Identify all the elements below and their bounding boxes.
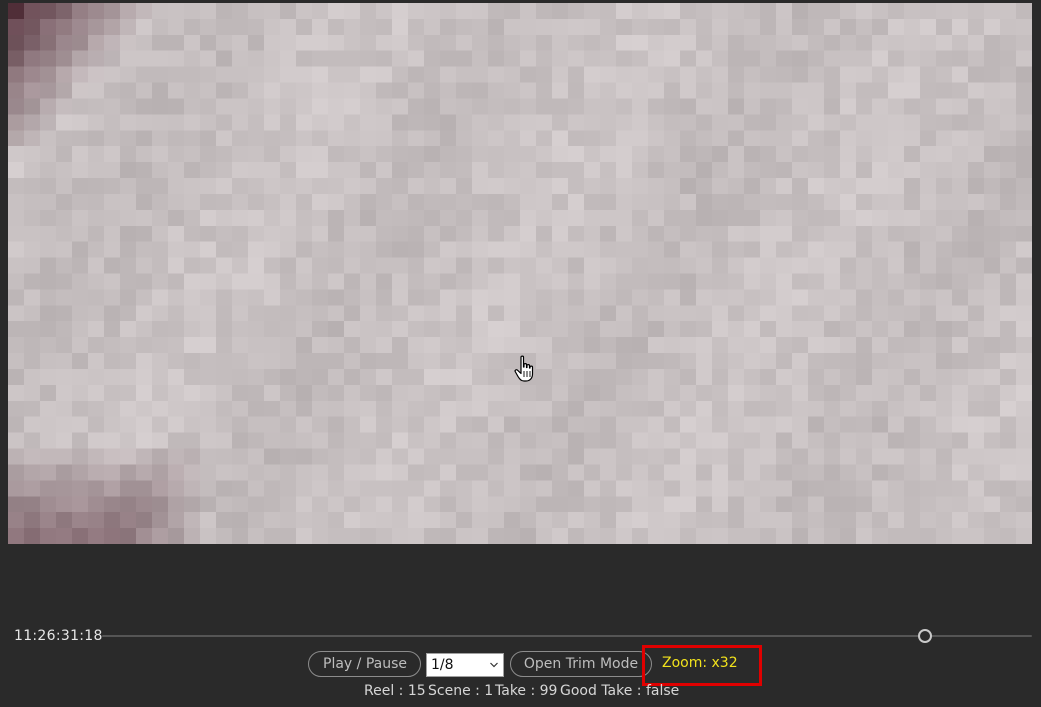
- playback-speed-select[interactable]: 1/8: [426, 653, 504, 677]
- take-label: Take : 99: [495, 683, 558, 699]
- video-review-app: 11:26:31:18 Play / Pause 1/8 Open Trim M…: [0, 0, 1041, 707]
- good-take-label: Good Take : false: [560, 683, 680, 699]
- playback-controls: Play / Pause 1/8 Open Trim Mode Zoom: x3…: [0, 645, 1041, 686]
- open-trim-mode-button[interactable]: Open Trim Mode: [510, 651, 652, 677]
- video-viewport[interactable]: [8, 3, 1032, 544]
- scene-label: Scene : 1: [428, 683, 494, 699]
- playback-speed-value: 1/8: [431, 657, 454, 673]
- scrubber-thumb[interactable]: [918, 629, 933, 643]
- timecode-display: 11:26:31:18: [14, 628, 103, 644]
- zoomed-video-frame[interactable]: [8, 3, 1032, 544]
- timeline-scrubber[interactable]: [102, 626, 1032, 646]
- reel-label: Reel : 15: [364, 683, 426, 699]
- chevron-down-icon: [490, 662, 498, 668]
- zoom-level-label: Zoom: x32: [662, 655, 738, 671]
- play-pause-button[interactable]: Play / Pause: [308, 651, 421, 677]
- clip-metadata: Reel : 15 Scene : 1 Take : 99 Good Take …: [0, 683, 1041, 703]
- scrubber-track[interactable]: [102, 635, 1032, 637]
